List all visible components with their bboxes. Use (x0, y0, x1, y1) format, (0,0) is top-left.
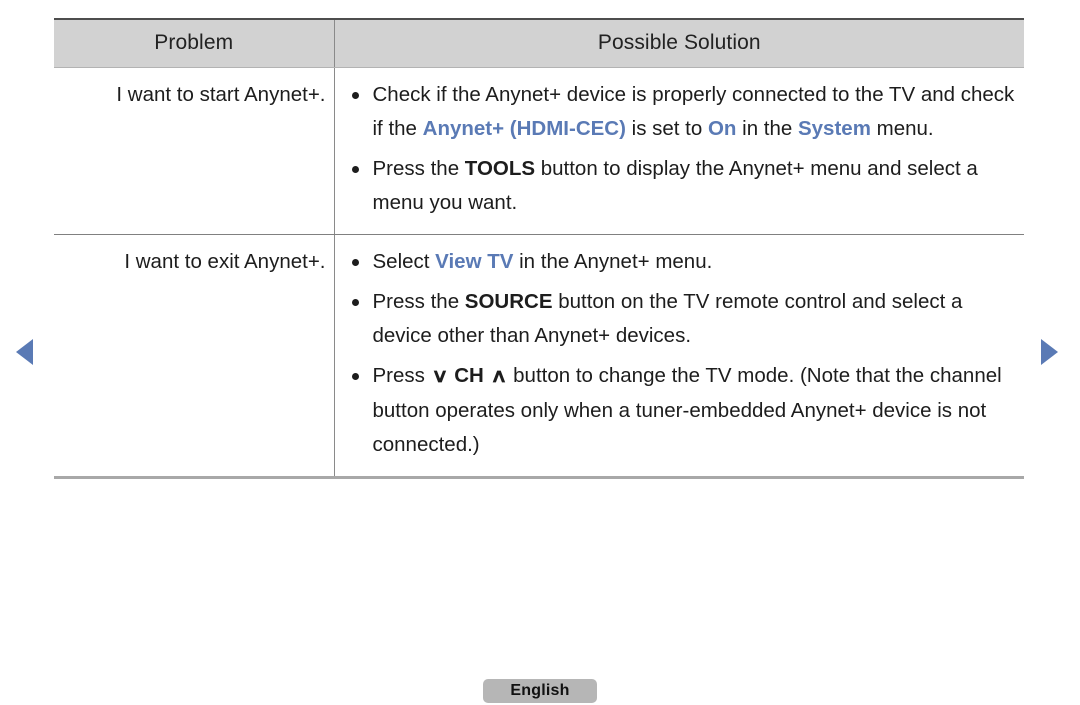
accent-term: System (797, 117, 871, 140)
bold-term: TOOLS (464, 157, 536, 180)
body-text: is set to (625, 117, 708, 140)
triangle-left-icon[interactable] (16, 339, 33, 365)
body-text: in the Anynet+ menu. (513, 250, 713, 273)
table-body: I want to start Anynet+. Check if the Any… (54, 67, 1025, 479)
body-text: Press the (372, 290, 465, 313)
chevron-icon: ∧ (489, 366, 508, 387)
table-header-row: Problem Possible Solution (54, 18, 1024, 68)
table-row: I want to start Anynet+. Check if the Any… (54, 67, 1025, 235)
problem-cell: I want to exit Anynet+. (54, 234, 335, 479)
body-text: Press (372, 364, 431, 387)
body-text: in the (736, 117, 798, 140)
list-item: Press the TOOLS button to display the An… (351, 152, 1025, 220)
body-text: Select (372, 250, 436, 273)
manual-page: Problem Possible Solution I want to star… (0, 0, 1080, 705)
solution-bullet-list: Select View TV in the Anynet+ menu. Press… (351, 245, 1025, 462)
triangle-right-icon[interactable] (1041, 339, 1058, 365)
problem-cell: I want to start Anynet+. (54, 67, 335, 235)
solution-cell: Select View TV in the Anynet+ menu. Press… (334, 234, 1025, 479)
accent-term: View TV (435, 250, 514, 273)
list-item: Select View TV in the Anynet+ menu. (351, 245, 1025, 279)
table-row: I want to exit Anynet+. Select View TV in… (54, 234, 1025, 479)
troubleshooting-table: Problem Possible Solution I want to star… (54, 18, 1024, 479)
column-header-problem: Problem (54, 18, 335, 68)
bold-term: SOURCE (464, 290, 553, 313)
chevron-icon: ∨ (430, 366, 449, 387)
body-text: Press the (372, 157, 465, 180)
body-text: menu. (870, 117, 934, 140)
solution-cell: Check if the Anynet+ device is properly … (334, 67, 1025, 235)
list-item: Press the SOURCE button on the TV remote… (351, 285, 1025, 353)
list-item: Check if the Anynet+ device is properly … (351, 78, 1025, 146)
language-badge: English (483, 679, 597, 703)
bold-term: CH (448, 364, 490, 387)
table-header: Problem Possible Solution (54, 18, 1024, 68)
troubleshooting-table-wrapper: Problem Possible Solution I want to star… (54, 18, 1024, 479)
accent-term: Anynet+ (HDMI-CEC) (422, 117, 626, 140)
list-item: Press ∨ CH ∧ button to change the TV mod… (351, 359, 1025, 462)
solution-bullet-list: Check if the Anynet+ device is properly … (351, 78, 1025, 220)
column-header-solution: Possible Solution (334, 18, 1024, 68)
accent-term: On (707, 117, 737, 140)
